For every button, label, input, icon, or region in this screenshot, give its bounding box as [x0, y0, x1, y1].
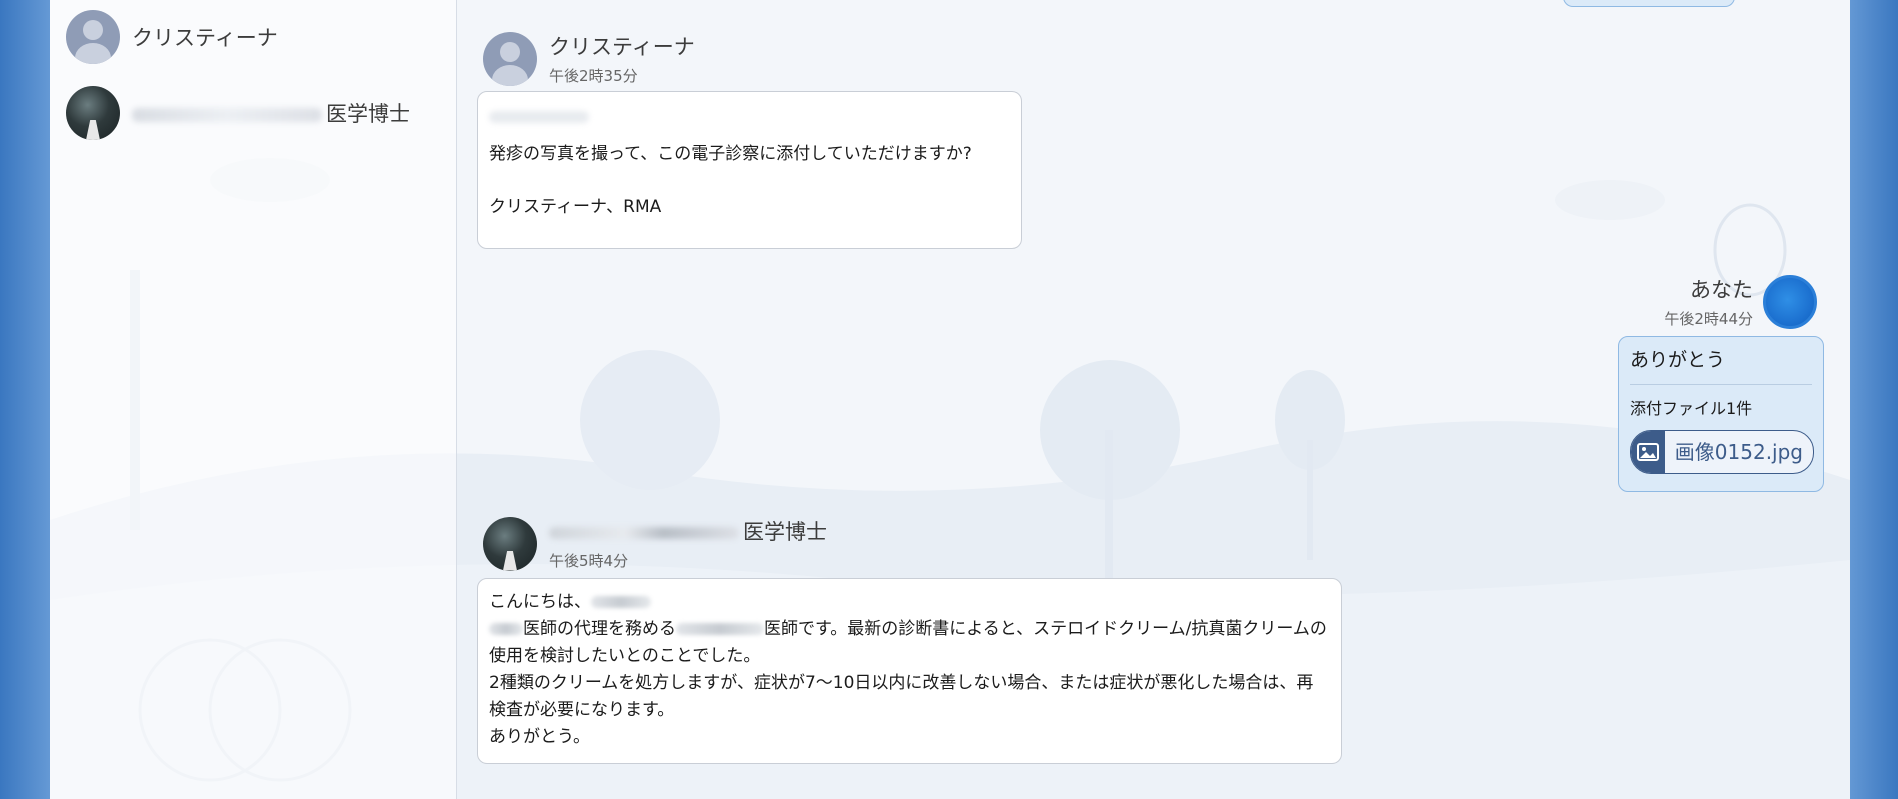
message-bubble: こんにちは、 医師の代理を務める 医師です。最新の診断書によると、ステロイドクリー… — [477, 578, 1342, 764]
app-window: クリスティーナ 医学博士 クリスティーナ 午後2時35分 発疹の写真を撮って、こ… — [50, 0, 1850, 799]
sender-title: 医学博士 — [743, 520, 827, 544]
sender-name: 医学博士 — [549, 516, 827, 546]
redacted-text — [676, 623, 764, 635]
message-signature: クリスティーナ、RMA — [489, 197, 662, 217]
message-text: ありがとう — [1630, 347, 1812, 385]
redacted-text — [549, 527, 739, 539]
chat-thread: クリスティーナ 午後2時35分 発疹の写真を撮って、この電子診察に添付していただ… — [457, 0, 1850, 799]
contact-name: 医学博士 — [132, 98, 410, 128]
message-bubble: ありがとう 添付ファイル1件 画像0152.jpg — [1618, 336, 1824, 492]
redacted-text — [489, 111, 589, 123]
message-greeting: こんにちは、 — [489, 592, 591, 612]
contacts-sidebar: クリスティーナ 医学博士 — [50, 0, 457, 799]
avatar — [66, 86, 120, 140]
avatar — [483, 31, 537, 86]
message-text: ありがとう。 — [489, 727, 590, 747]
redacted-text — [591, 596, 651, 608]
message-text: 発疹の写真を撮って、この電子診察に添付していただけますか? — [489, 144, 972, 164]
message-header: 医学博士 午後5時4分 — [483, 516, 827, 571]
message-header: クリスティーナ 午後2時35分 — [483, 31, 695, 86]
attachment-filename: 画像0152.jpg — [1674, 439, 1803, 464]
sender-name: クリスティーナ — [549, 35, 695, 59]
contact-name: クリスティーナ — [132, 26, 278, 50]
contact-title: 医学博士 — [326, 102, 410, 126]
message-time: 午後2時44分 — [1664, 310, 1753, 328]
avatar — [66, 10, 120, 64]
message-bubble: 発疹の写真を撮って、この電子診察に添付していただけますか? クリスティーナ、RM… — [477, 91, 1022, 249]
sender-name: あなた — [1690, 278, 1753, 302]
redacted-text — [132, 108, 322, 122]
message-time: 午後2時35分 — [549, 67, 638, 85]
contact-item[interactable]: 医学博士 — [66, 85, 410, 141]
image-icon — [1631, 431, 1665, 473]
avatar — [483, 516, 537, 571]
message-text: 医師の代理を務める — [523, 619, 676, 639]
message-text: 2種類のクリームを処方しますが、症状が7〜10日以内に改善しない場合、または症状… — [489, 673, 1314, 720]
message-header: あなた 午後2時44分 — [1664, 274, 1817, 329]
redacted-text — [489, 623, 523, 635]
avatar — [1763, 274, 1817, 329]
attachment-count: 添付ファイル1件 — [1630, 399, 1753, 418]
message-time: 午後5時4分 — [549, 552, 629, 570]
contact-item[interactable]: クリスティーナ — [66, 9, 278, 65]
previous-message-edge — [1563, 0, 1735, 7]
attachment-button[interactable]: 画像0152.jpg — [1630, 430, 1814, 474]
